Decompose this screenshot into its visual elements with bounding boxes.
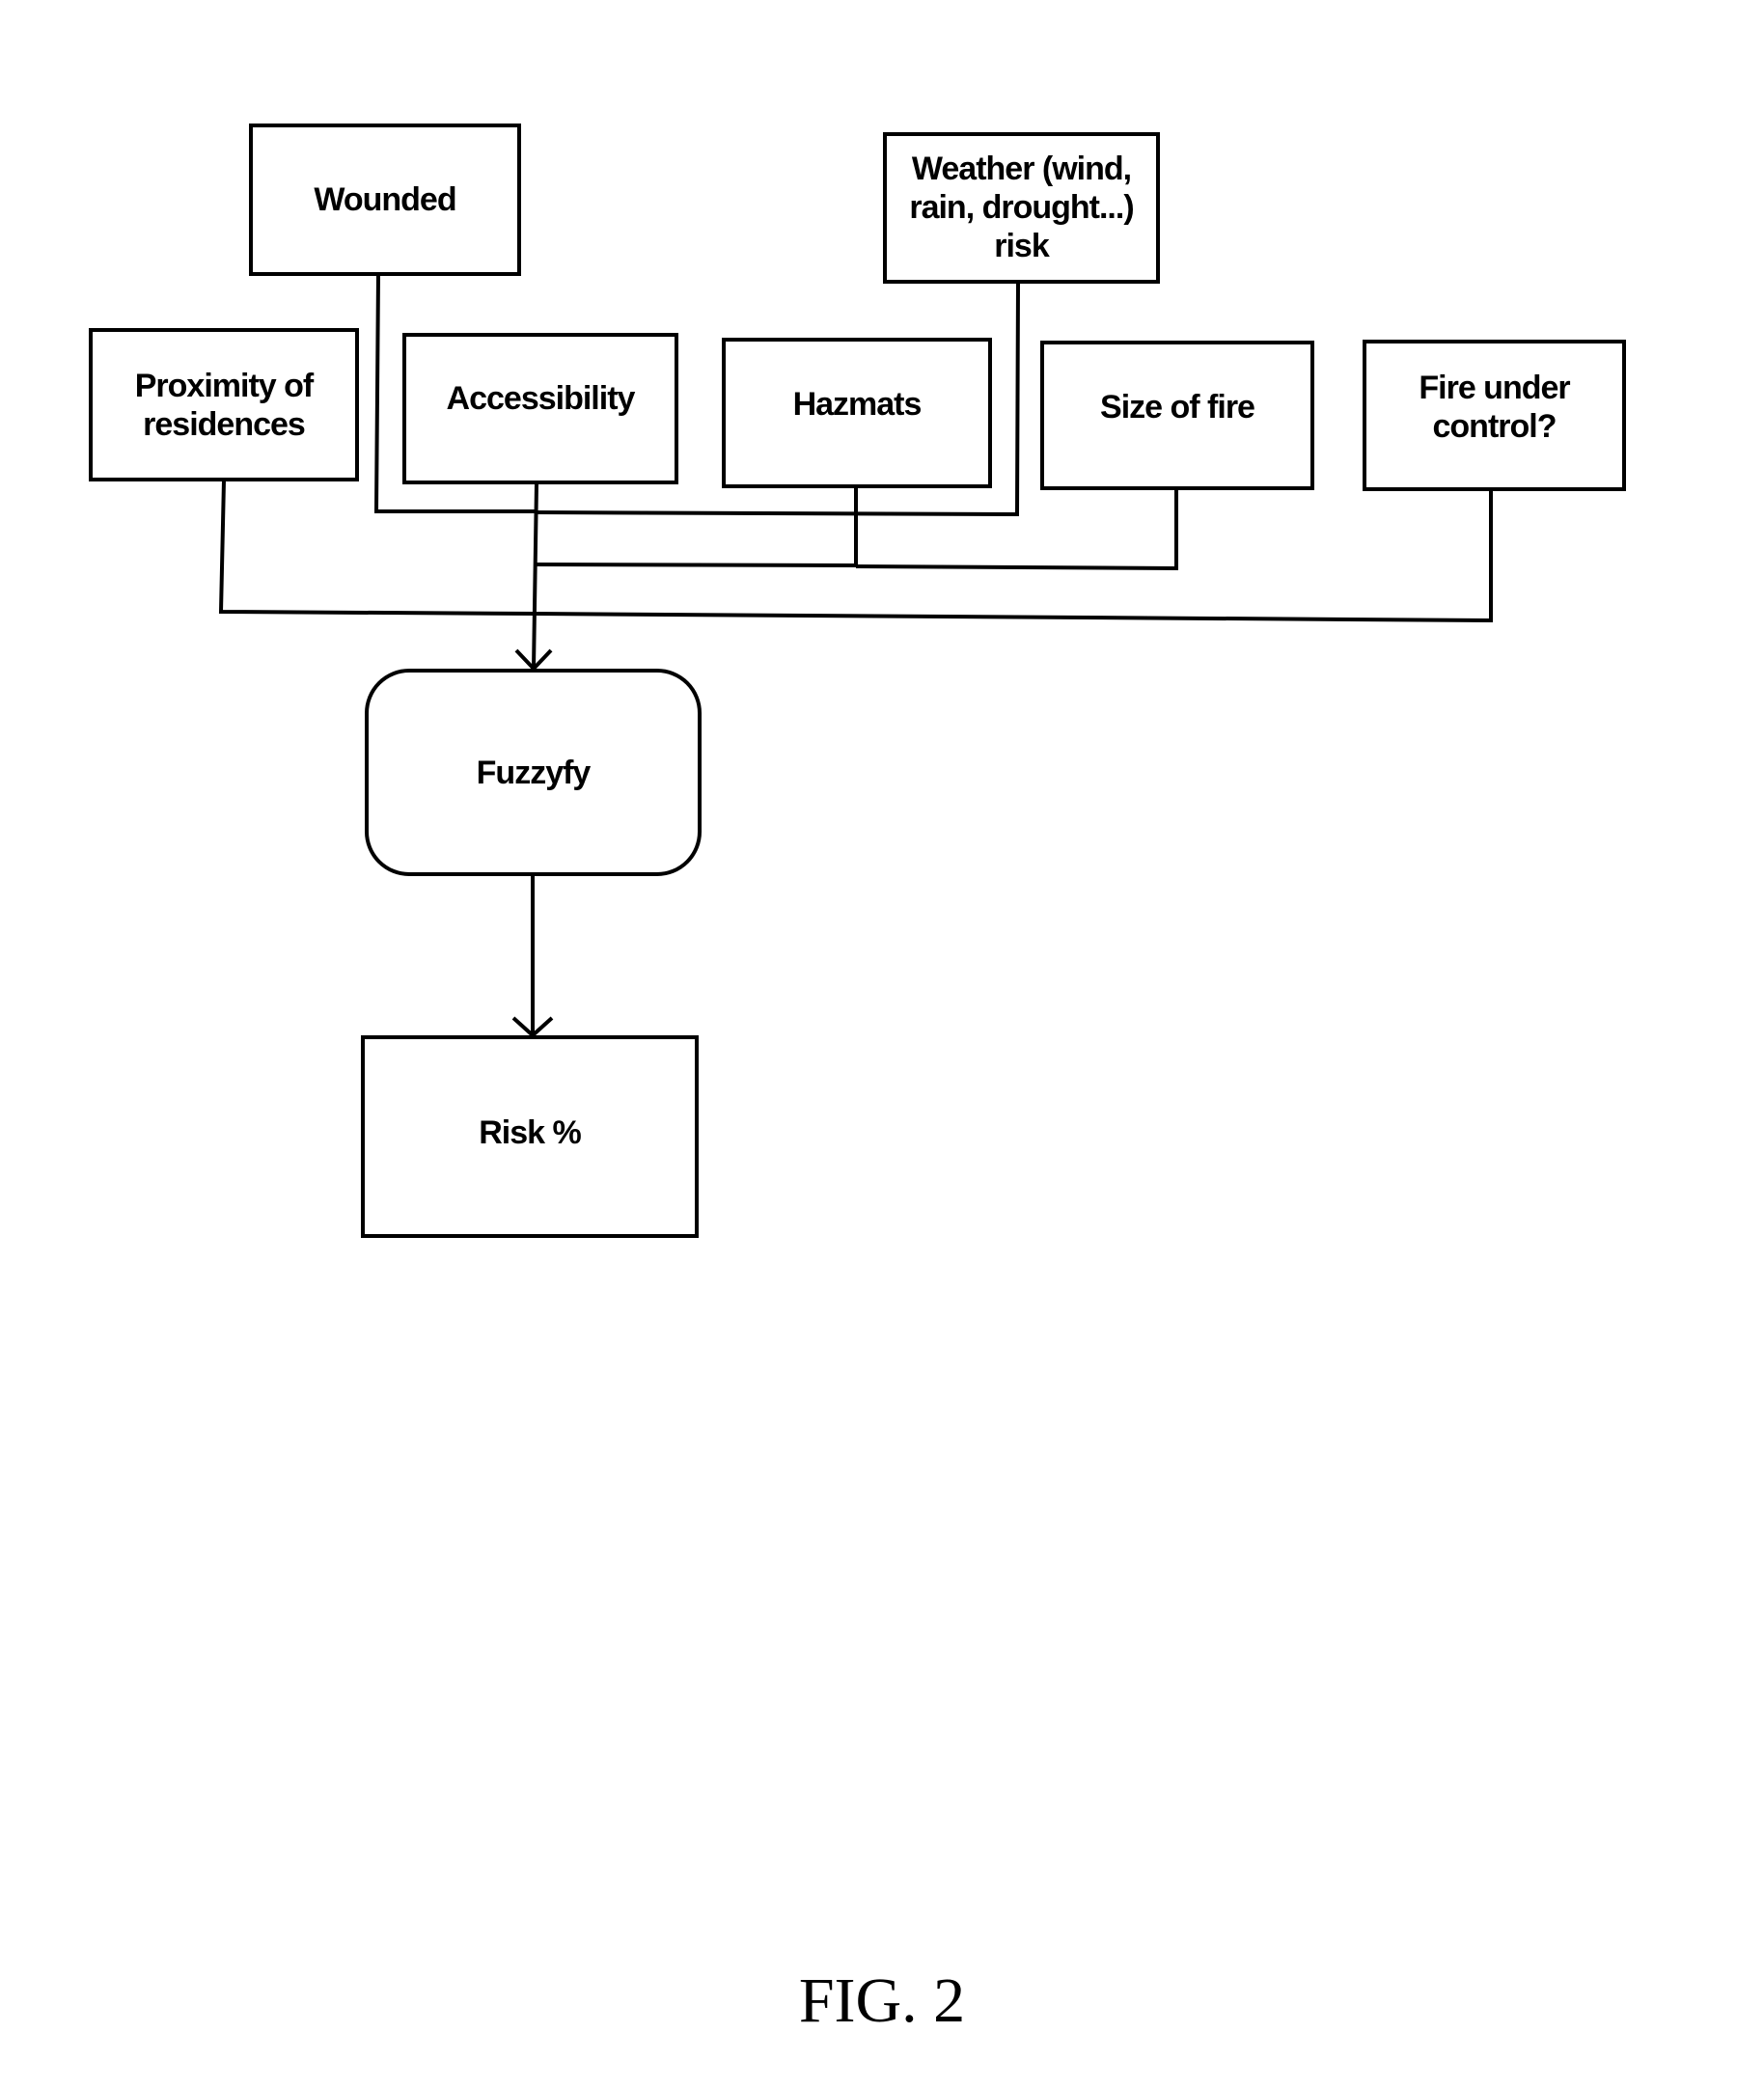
- node-risk: Risk %: [361, 1035, 699, 1238]
- edge-fire-under-control: [535, 490, 1493, 623]
- node-size-of-fire: Size of fire: [1040, 341, 1314, 490]
- node-risk-label: Risk %: [479, 1114, 581, 1151]
- node-weather: Weather (wind, rain, drought...) risk: [883, 132, 1160, 284]
- figure-caption: FIG. 2: [798, 1965, 966, 2036]
- node-accessibility: Accessibility: [402, 333, 678, 484]
- node-proximity-label: Proximity of residences: [134, 367, 314, 443]
- node-accessibility-label: Accessibility: [446, 379, 636, 417]
- connector-layer: [218, 274, 1493, 1038]
- node-wounded: Wounded: [249, 124, 521, 276]
- edge-hazmats: [535, 487, 858, 568]
- node-proximity: Proximity of residences: [89, 328, 359, 481]
- node-hazmats: Hazmats: [722, 338, 992, 488]
- node-wounded-label: Wounded: [314, 181, 456, 218]
- node-weather-label: Weather (wind, rain, drought...) risk: [909, 151, 1134, 264]
- node-size-of-fire-label: Size of fire: [1100, 388, 1255, 426]
- node-hazmats-label: Hazmats: [792, 386, 923, 423]
- node-fuzzyfy-label: Fuzzyfy: [476, 754, 592, 791]
- node-fire-under-control-label: Fire under control?: [1419, 369, 1570, 445]
- node-fuzzyfy: Fuzzyfy: [365, 669, 702, 876]
- node-fire-under-control: Fire under control?: [1363, 340, 1626, 491]
